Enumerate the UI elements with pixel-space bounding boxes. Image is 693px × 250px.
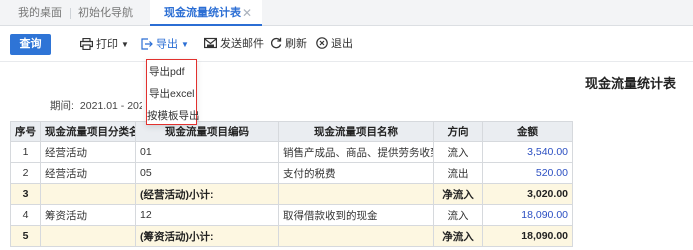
table-row[interactable]: 1经营活动01销售产成品、商品、提供劳务收到的...流入3,540.00	[10, 141, 573, 163]
exit-label: 退出	[331, 38, 353, 50]
query-button[interactable]: 查询	[10, 34, 51, 55]
send-email-label: 发送邮件	[220, 38, 264, 50]
cell-name	[278, 225, 434, 247]
export-dropdown-menu: 导出pdf 导出excel 按模板导出	[146, 59, 200, 125]
cell-direction: 流入	[433, 141, 483, 163]
export-pdf-item[interactable]: 导出pdf	[149, 63, 185, 81]
print-label: 打印	[96, 38, 118, 51]
tab-cashflow-report[interactable]: 现金流量统计表 ✕	[150, 0, 262, 26]
cell-name: 支付的税费	[278, 162, 434, 184]
printer-icon	[80, 37, 94, 50]
tab-bar: 我的桌面 初始化导航 现金流量统计表 ✕	[0, 0, 693, 26]
tab-init-nav[interactable]: 初始化导航	[78, 0, 133, 26]
send-email-button[interactable]: 发送邮件	[204, 34, 264, 55]
cell-amount: 3,020.00	[482, 183, 573, 205]
cell-amount: 3,540.00	[482, 141, 573, 163]
chevron-down-icon: ▼	[181, 40, 189, 49]
cell-amount: 18,090.00	[482, 204, 573, 226]
mail-icon	[204, 37, 218, 49]
column-header[interactable]: 方向	[433, 121, 483, 142]
cell-category: 筹资活动	[40, 204, 136, 226]
cell-code: (经营活动)小计:	[135, 183, 279, 205]
cell-no: 3	[10, 183, 41, 205]
cell-code: 05	[135, 162, 279, 184]
refresh-label: 刷新	[285, 38, 307, 50]
cell-no: 4	[10, 204, 41, 226]
tab-my-desktop[interactable]: 我的桌面	[18, 0, 62, 26]
report-title: 现金流量统计表	[585, 76, 677, 91]
cell-name: 销售产成品、商品、提供劳务收到的...	[278, 141, 434, 163]
period-value: 2021.01 - 2021.0	[79, 100, 142, 112]
chevron-down-icon: ▼	[121, 40, 129, 49]
cell-amount: 18,090.00	[482, 225, 573, 247]
refresh-icon	[271, 37, 282, 49]
exit-button[interactable]: 退出	[316, 34, 353, 55]
column-header[interactable]: 现金流量项目名称	[278, 121, 434, 142]
table-row[interactable]: 2 经营活动 05 支付的税费 流出 520.00	[10, 162, 573, 184]
cell-category	[40, 183, 136, 205]
table-row[interactable]: 4 筹资活动 12 取得借款收到的现金 流入 18,090.00	[10, 204, 573, 226]
close-circle-icon	[316, 37, 328, 49]
export-button[interactable]: 导出 ▼	[141, 34, 189, 55]
cell-no: 5	[10, 225, 41, 247]
export-icon	[141, 37, 153, 50]
cell-no: 1	[10, 141, 41, 163]
cell-code: 12	[135, 204, 279, 226]
period-row: 期间: 2021.01 - 2021.0	[50, 98, 142, 113]
cell-category	[40, 225, 136, 247]
tab-cashflow-label: 现金流量统计表	[164, 7, 241, 19]
cell-direction: 流出	[433, 162, 483, 184]
cell-code: 01	[135, 141, 279, 163]
export-excel-item[interactable]: 导出excel	[149, 85, 195, 103]
toolbar: 查询 打印 ▼ 导出 ▼ 发送邮件 刷新 退出	[0, 26, 693, 62]
period-label: 期间:	[50, 100, 74, 112]
export-label: 导出	[156, 38, 178, 51]
subtotal-row[interactable]: 5 (筹资活动)小计: 净流入 18,090.00	[10, 225, 573, 247]
table-header-row: 序号 现金流量项目分类名 现金流量项目编码 现金流量项目名称 方向 金额	[10, 121, 573, 142]
refresh-button[interactable]: 刷新	[270, 34, 307, 55]
cell-direction: 净流入	[433, 183, 483, 205]
cashflow-table: 序号 现金流量项目分类名 现金流量项目编码 现金流量项目名称 方向 金额 1 经营…	[10, 121, 573, 247]
column-header[interactable]: 序号	[10, 121, 41, 142]
cell-direction: 流入	[433, 204, 483, 226]
print-button[interactable]: 打印 ▼	[80, 34, 129, 55]
cell-name	[278, 183, 434, 205]
cell-no: 2	[10, 162, 41, 184]
export-by-template-item[interactable]: 按模板导出	[147, 107, 200, 125]
cell-name: 取得借款收到的现金	[278, 204, 434, 226]
cell-category: 经营活动	[40, 162, 136, 184]
column-header[interactable]: 现金流量项目分类名	[40, 121, 136, 142]
cell-code: (筹资活动)小计:	[135, 225, 279, 247]
subtotal-row[interactable]: 3 (经营活动)小计: 净流入 3,020.00	[10, 183, 573, 205]
cell-direction: 净流入	[433, 225, 483, 247]
close-icon[interactable]: ✕	[242, 0, 252, 26]
cell-amount: 520.00	[482, 162, 573, 184]
tab-divider	[70, 8, 71, 19]
column-header[interactable]: 金额	[482, 121, 573, 142]
cell-category: 经营活动	[40, 141, 136, 163]
